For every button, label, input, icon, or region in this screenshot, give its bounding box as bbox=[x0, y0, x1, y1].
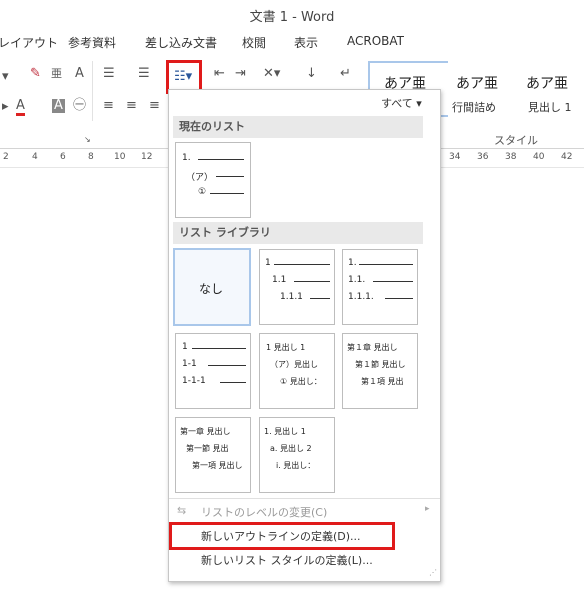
sort-icon[interactable]: ↓ bbox=[306, 67, 317, 81]
align-right-icon[interactable]: ≡ bbox=[149, 99, 160, 113]
list-tile-chapter-section[interactable]: 第１章 見出し 第１節 見出し 第１項 見出 bbox=[342, 333, 418, 409]
tab-references[interactable]: 参考資料 bbox=[68, 34, 116, 51]
change-list-level-item[interactable]: リストのレベルの変更(C) bbox=[201, 504, 327, 520]
clear-format-icon[interactable]: ✎ bbox=[30, 67, 41, 81]
list-tile-heading-mixed[interactable]: 1 見出し 1 （ア）見出し ① 見出し： bbox=[259, 333, 335, 409]
tab-acrobat[interactable]: ACROBAT bbox=[347, 34, 404, 48]
list-tile-hyphen[interactable]: 1 1-1 1-1-1 bbox=[175, 333, 251, 409]
tab-review[interactable]: 校閲 bbox=[242, 34, 266, 51]
font-color-icon[interactable]: A bbox=[16, 99, 25, 116]
annotation-highlight bbox=[169, 522, 395, 550]
list-tile-numeric-dot-trailing[interactable]: 1. 1.1. 1.1.1. bbox=[342, 249, 418, 325]
submenu-arrow-icon: ▸ bbox=[425, 504, 430, 514]
style-no-spacing[interactable]: あア亜 行間詰め bbox=[446, 63, 522, 115]
bullets-icon[interactable]: ☰ bbox=[103, 67, 115, 81]
ribbon-tabs: レイアウト 参考資料 差し込み文書 校閲 表示 ACROBAT bbox=[0, 30, 584, 55]
style-heading-1-label: 見出し 1 bbox=[528, 101, 572, 114]
list-tile-chapter-section-2[interactable]: 第一章 見出し 第一節 見出 第一項 見出し bbox=[175, 417, 251, 493]
define-new-list-style-item[interactable]: 新しいリスト スタイルの定義(L)... bbox=[201, 552, 373, 568]
window-title: 文書 1 - Word bbox=[249, 10, 335, 25]
multilevel-list-icon: ☷▾ bbox=[174, 69, 193, 84]
char-shading-icon[interactable]: A bbox=[52, 99, 65, 113]
list-tile-heading-alpha[interactable]: 1. 見出し 1 a. 見出し 2 i. 見出し： bbox=[259, 417, 335, 493]
font-dialog-launcher-icon[interactable]: ↘ bbox=[84, 133, 91, 147]
style-no-spacing-label: 行間詰め bbox=[452, 101, 496, 114]
multilevel-list-menu: すべて ▾ 現在のリスト 1. （ア） ① リスト ライブラリ なし 1 1.1… bbox=[168, 89, 441, 582]
enclose-char-icon[interactable]: A bbox=[75, 67, 84, 81]
align-left-icon[interactable]: ≡ bbox=[103, 99, 114, 113]
tab-view[interactable]: 表示 bbox=[294, 34, 318, 51]
increase-indent-icon[interactable]: ⇥ bbox=[235, 67, 246, 81]
align-center-icon[interactable]: ≡ bbox=[126, 99, 137, 113]
tab-layout[interactable]: レイアウト bbox=[0, 34, 58, 51]
styles-group-label: スタイル bbox=[494, 134, 538, 147]
font-arrow-icon[interactable]: ▸ bbox=[2, 100, 9, 114]
change-level-icon: ⇆ bbox=[177, 504, 187, 517]
font-size-decrease-icon[interactable]: ▾ bbox=[2, 70, 9, 84]
current-list-header: 現在のリスト bbox=[173, 116, 423, 138]
list-library-header: リスト ライブラリ bbox=[173, 222, 423, 244]
paragraph-mark-icon[interactable]: ↵ bbox=[340, 67, 351, 81]
style-heading-1[interactable]: あア亜 見出し 1 bbox=[522, 63, 584, 115]
numbering-icon[interactable]: ☰ bbox=[138, 67, 150, 81]
filter-dropdown[interactable]: すべて ▾ bbox=[381, 95, 422, 111]
tab-mailings[interactable]: 差し込み文書 bbox=[145, 34, 217, 51]
enclose-circle-icon[interactable]: ㊀ bbox=[73, 99, 86, 113]
current-list-tile[interactable]: 1. （ア） ① bbox=[175, 142, 251, 218]
decrease-indent-icon[interactable]: ⇤ bbox=[214, 67, 225, 81]
phonetic-guide-icon[interactable]: 亜 bbox=[51, 67, 62, 81]
list-tile-numeric-dot[interactable]: 1 1.1 1.1.1 bbox=[259, 249, 335, 325]
list-tile-none[interactable]: なし bbox=[173, 248, 251, 326]
resize-grip-icon[interactable]: ⋰ bbox=[429, 568, 437, 577]
text-direction-icon[interactable]: ✕▾ bbox=[263, 67, 280, 81]
